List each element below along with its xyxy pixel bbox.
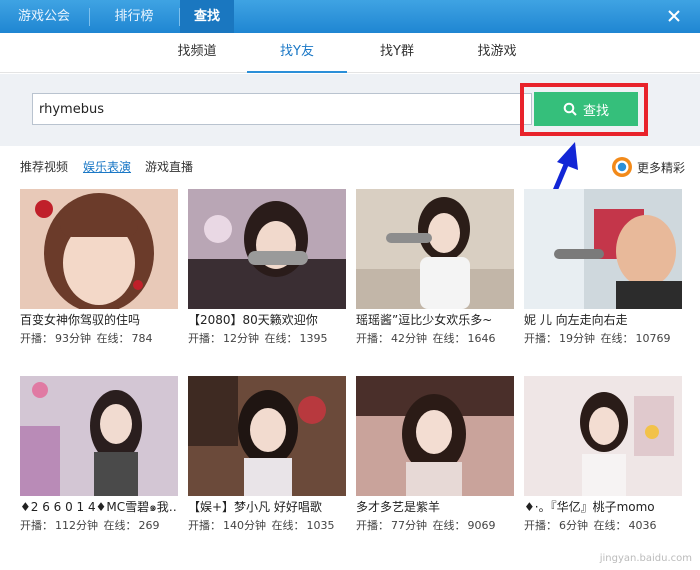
live-label: 开播： [356, 332, 389, 345]
online-count: 4036 [628, 519, 657, 532]
video-thumbnail[interactable] [20, 189, 178, 309]
video-thumbnail[interactable] [524, 376, 682, 496]
video-card[interactable]: ♦2 6 6 0 1 4♦MC雪碧๑我… 开播： 112分钟 在线： 269 [20, 376, 178, 533]
video-card[interactable]: ♦·。『华亿』桃子momo 开播： 6分钟 在线： 4036 [524, 376, 682, 533]
more-link[interactable]: 更多精彩 [611, 154, 685, 180]
video-thumbnail[interactable] [356, 376, 514, 496]
more-label: 更多精彩 [637, 160, 686, 175]
video-thumbnail[interactable] [524, 189, 682, 309]
online-label: 在线： [264, 332, 298, 345]
video-stats: 开播： 140分钟 在线： 1035 [188, 517, 346, 533]
video-thumbnail[interactable] [188, 376, 346, 496]
video-card[interactable]: 百变女神你驾驭的住吗 开播： 93分钟 在线： 784 [20, 189, 178, 346]
subtab-find-friend[interactable]: 找Y友 [247, 33, 347, 73]
video-stats: 开播： 6分钟 在线： 4036 [524, 517, 682, 533]
video-card[interactable]: 【娱+】梦小凡 好好唱歌 开播： 140分钟 在线： 1035 [188, 376, 346, 533]
live-label: 开播： [20, 332, 53, 345]
live-label: 开播： [524, 519, 557, 532]
watermark: jingyan.baidu.com [599, 553, 692, 564]
online-count: 1395 [299, 332, 328, 345]
video-title: 【2080】80天籁欢迎你 [188, 313, 318, 327]
live-label: 开播： [20, 519, 53, 532]
video-card[interactable]: 瑶瑶酱”逗比少女欢乐多~ 开播： 42分钟 在线： 1646 [356, 189, 514, 346]
video-stats: 开播： 77分钟 在线： 9069 [356, 517, 514, 533]
category-game-live[interactable]: 游戏直播 [145, 158, 193, 175]
online-count: 1646 [467, 332, 496, 345]
video-title: 百变女神你驾驭的住吗 [20, 313, 141, 327]
video-stats: 开播： 19分钟 在线： 10769 [524, 330, 682, 346]
video-title: 瑶瑶酱”逗比少女欢乐多~ [356, 313, 493, 327]
video-stats: 开播： 12分钟 在线： 1395 [188, 330, 346, 346]
live-duration: 93分钟 [55, 332, 91, 345]
online-label: 在线： [103, 519, 137, 532]
tab-game-guild[interactable]: 游戏公会 [0, 0, 88, 33]
live-label: 开播： [356, 519, 389, 532]
more-logo-icon [612, 157, 632, 177]
subtab-find-channel[interactable]: 找频道 [147, 33, 247, 73]
app-window: 游戏公会 排行榜 查找 找频道 找Y友 找Y群 找游戏 查找 推荐视频 [0, 0, 700, 570]
online-label: 在线： [432, 332, 466, 345]
video-card[interactable]: 妮 儿 向左走向右走 开播： 19分钟 在线： 10769 [524, 189, 682, 346]
online-count: 1035 [306, 519, 335, 532]
live-duration: 6分钟 [559, 519, 588, 532]
close-icon[interactable] [666, 8, 682, 24]
online-label: 在线： [593, 519, 627, 532]
online-count: 10769 [635, 332, 671, 345]
live-duration: 19分钟 [559, 332, 595, 345]
tab-search[interactable]: 查找 [180, 0, 234, 33]
live-label: 开播： [188, 332, 221, 345]
search-input[interactable] [32, 93, 532, 125]
live-duration: 112分钟 [55, 519, 98, 532]
video-stats: 开播： 112分钟 在线： 269 [20, 517, 178, 533]
online-count: 269 [138, 519, 160, 532]
video-title: 妮 儿 向左走向右走 [524, 313, 628, 327]
sub-navigation: 找频道 找Y友 找Y群 找游戏 [0, 33, 700, 73]
video-card[interactable]: 【2080】80天籁欢迎你 开播： 12分钟 在线： 1395 [188, 189, 346, 346]
search-bar: 查找 [0, 74, 700, 146]
subtab-find-game[interactable]: 找游戏 [447, 33, 547, 73]
video-title: ♦2 6 6 0 1 4♦MC雪碧๑我… [20, 500, 178, 514]
live-label: 开播： [524, 332, 557, 345]
video-title: ♦·。『华亿』桃子momo [524, 500, 655, 514]
video-thumbnail[interactable] [20, 376, 178, 496]
online-label: 在线： [96, 332, 130, 345]
live-duration: 12分钟 [223, 332, 259, 345]
video-stats: 开播： 42分钟 在线： 1646 [356, 330, 514, 346]
category-entertainment[interactable]: 娱乐表演 [83, 158, 131, 175]
live-label: 开播： [188, 519, 221, 532]
online-count: 784 [131, 332, 153, 345]
category-recommended[interactable]: 推荐视频 [20, 158, 68, 175]
title-bar: 游戏公会 排行榜 查找 [0, 0, 700, 33]
live-duration: 140分钟 [223, 519, 266, 532]
video-thumbnail[interactable] [356, 189, 514, 309]
search-button[interactable]: 查找 [534, 92, 638, 126]
subtab-find-group[interactable]: 找Y群 [347, 33, 447, 73]
search-button-label: 查找 [582, 103, 609, 119]
online-label: 在线： [432, 519, 466, 532]
online-label: 在线： [271, 519, 305, 532]
video-card[interactable]: 多才多艺是紫羊 开播： 77分钟 在线： 9069 [356, 376, 514, 533]
tab-ranking[interactable]: 排行榜 [90, 0, 178, 33]
online-label: 在线： [600, 332, 634, 345]
video-title: 多才多艺是紫羊 [356, 500, 441, 514]
video-thumbnail[interactable] [188, 189, 346, 309]
video-stats: 开播： 93分钟 在线： 784 [20, 330, 178, 346]
video-title: 【娱+】梦小凡 好好唱歌 [188, 500, 322, 514]
live-duration: 77分钟 [391, 519, 427, 532]
live-duration: 42分钟 [391, 332, 427, 345]
online-count: 9069 [467, 519, 496, 532]
search-icon [563, 102, 577, 116]
